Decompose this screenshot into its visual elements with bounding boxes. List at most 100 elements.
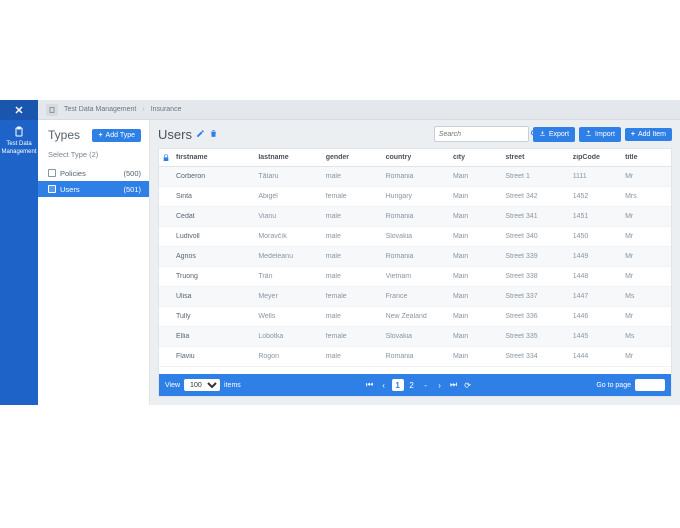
cell-country: Vietnam [383,273,450,280]
cell-firstname: Agrios [173,253,255,260]
cell-city: Main [450,253,502,260]
search-box[interactable] [434,126,529,142]
col-gender[interactable]: gender [323,154,383,161]
cell-gender: female [323,293,383,300]
edit-icon[interactable] [196,129,205,140]
add-type-button[interactable]: + Add Type [92,129,141,142]
pager-prev[interactable]: ‹ [378,379,390,391]
cell-city: Main [450,293,502,300]
col-zipcode[interactable]: zipCode [570,154,622,161]
cell-firstname: Ludivoll [173,233,255,240]
page-size-select[interactable]: 100 [184,379,220,391]
cell-zipcode: 1444 [570,353,622,360]
export-button[interactable]: Export [533,127,575,142]
cell-firstname: Corberon [173,173,255,180]
cell-city: Main [450,353,502,360]
table-body[interactable]: CorberonTătarumaleRomaniaMainStreet 1111… [159,167,671,374]
cell-title: Ms [622,293,667,300]
table-row[interactable]: AgriosMedeleanumaleRomaniaMainStreet 339… [159,247,671,267]
cell-street: Street 338 [502,273,569,280]
pager-page-1[interactable]: 1 [392,379,404,391]
cell-zipcode: 1452 [570,193,622,200]
cell-title: Mr [622,313,667,320]
cell-city: Main [450,173,502,180]
sidebar-item-policies[interactable]: Policies(500) [38,165,149,181]
table-row[interactable]: SintaAbigélfemaleHungaryMainStreet 34214… [159,187,671,207]
col-firstname[interactable]: firstname [173,154,255,161]
cell-street: Street 1 [502,173,569,180]
main-area: Test Data Management › Insurance Types +… [38,100,680,405]
table-row[interactable]: FlaviuRogonmaleRomaniaMainStreet 3341444… [159,347,671,367]
table-row[interactable]: UlisaMeyerfemaleFranceMainStreet 3371447… [159,287,671,307]
cell-country: Romania [383,173,450,180]
chevron-right-icon: › [142,106,144,113]
cell-gender: female [323,193,383,200]
pager-last[interactable]: ⏭ [448,379,460,391]
sidebar-item-label: Policies [60,169,86,178]
breadcrumb-current: Insurance [151,106,182,113]
table-row[interactable]: ElliaLobotkafemaleSlovakiaMainStreet 335… [159,327,671,347]
cell-lastname: Wells [255,313,322,320]
add-item-button[interactable]: + Add Item [625,128,672,141]
col-country[interactable]: country [383,154,450,161]
table-row[interactable]: TullyWellsmaleNew ZealandMainStreet 3361… [159,307,671,327]
table-row[interactable]: CorberonTătarumaleRomaniaMainStreet 1111… [159,167,671,187]
clipboard-icon [1,126,36,141]
cell-lastname: Rogon [255,353,322,360]
panel-title: Users [158,127,218,142]
app-root: Test Data Management Test Data Managemen… [0,100,680,405]
col-lastname[interactable]: lastname [255,154,322,161]
add-type-label: Add Type [106,132,135,139]
cell-firstname: Tully [173,313,255,320]
cell-lastname: Tătaru [255,173,322,180]
col-street[interactable]: street [502,154,569,161]
pager-next[interactable]: › [434,379,446,391]
goto-page-input[interactable] [635,379,665,391]
cell-lastname: Moravčík [255,233,322,240]
cell-title: Mr [622,173,667,180]
cell-street: Street 334 [502,353,569,360]
cell-lastname: Medeleanu [255,253,322,260]
sidebar-item-count: (501) [123,185,141,194]
import-button[interactable]: Import [579,127,621,142]
panel-title-text: Users [158,127,192,142]
pager: View 100 items ⏮‹12-›⏭⟳ Go to page [159,374,671,396]
cell-country: Romania [383,353,450,360]
users-table: firstname lastname gender country city s… [158,148,672,397]
cell-firstname: Truong [173,273,255,280]
sidebar-item-users[interactable]: Users(501) [38,181,149,197]
cell-firstname: Ulisa [173,293,255,300]
cell-gender: male [323,273,383,280]
content-area: Types + Add Type Select Type (2) Policie… [38,120,680,405]
search-input[interactable] [439,131,530,138]
cell-firstname: Sinta [173,193,255,200]
cell-zipcode: 1448 [570,273,622,280]
cell-street: Street 335 [502,333,569,340]
cell-firstname: Flaviu [173,353,255,360]
cell-firstname: Ellia [173,333,255,340]
breadcrumb: Test Data Management › Insurance [38,100,680,120]
add-item-label: Add Item [638,131,666,138]
table-row[interactable]: CedatVianumaleRomaniaMainStreet 3411451M… [159,207,671,227]
cell-title: Mr [622,213,667,220]
cell-zipcode: 1447 [570,293,622,300]
delete-icon[interactable] [209,129,218,140]
nav-rail: Test Data Management [0,100,38,405]
cell-country: Romania [383,253,450,260]
col-city[interactable]: city [450,154,502,161]
lock-icon [159,154,173,162]
breadcrumb-root[interactable]: Test Data Management [64,106,136,113]
type-icon [48,185,56,193]
sidebar-subtitle: Select Type (2) [38,146,149,165]
app-logo[interactable] [0,100,38,120]
table-row[interactable]: LudivollMoravčíkmaleSlovakiaMainStreet 3… [159,227,671,247]
col-title[interactable]: title [622,154,667,161]
cell-city: Main [450,213,502,220]
table-row[interactable]: TruongTrầnmaleVietnamMainStreet 3381448M… [159,267,671,287]
pager-first[interactable]: ⏮ [364,379,376,391]
pager-page-2[interactable]: 2 [406,379,418,391]
pager-refresh[interactable]: ⟳ [462,379,474,391]
rail-item-test-data-management[interactable]: Test Data Management [0,120,39,162]
cell-zipcode: 1450 [570,233,622,240]
pager-ellipsis[interactable]: - [420,379,432,391]
